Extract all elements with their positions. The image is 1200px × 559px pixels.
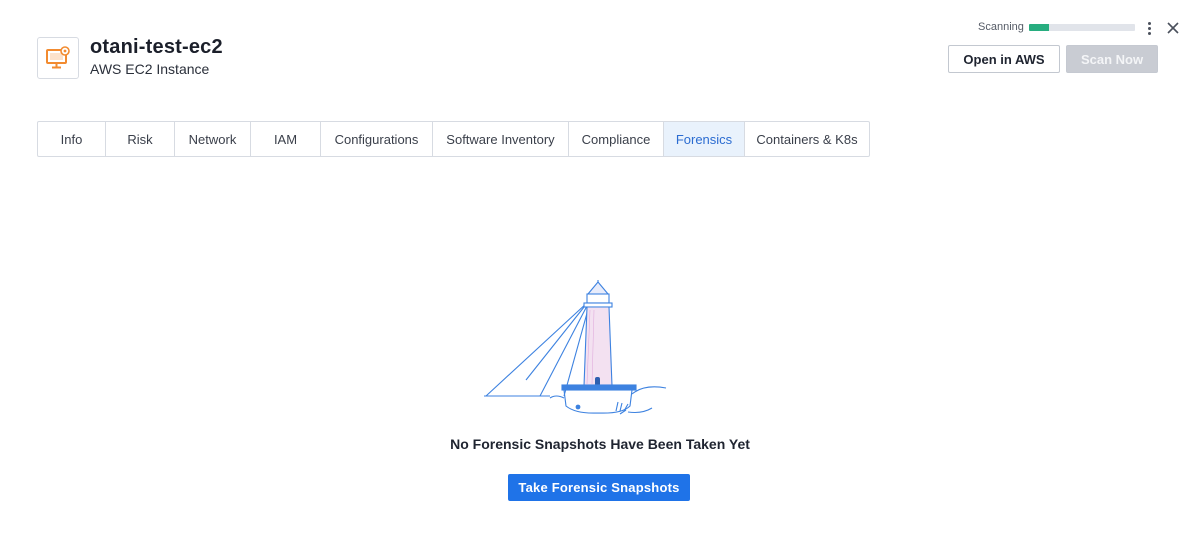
tab-containers-k8s[interactable]: Containers & K8s bbox=[745, 122, 869, 156]
tab-bar: Info Risk Network IAM Configurations Sof… bbox=[37, 121, 870, 157]
empty-state-message: No Forensic Snapshots Have Been Taken Ye… bbox=[450, 436, 750, 452]
tab-compliance[interactable]: Compliance bbox=[569, 122, 664, 156]
close-icon[interactable] bbox=[1164, 19, 1182, 37]
open-in-aws-button[interactable]: Open in AWS bbox=[948, 45, 1060, 73]
page-title: otani-test-ec2 bbox=[90, 36, 223, 58]
tab-risk[interactable]: Risk bbox=[106, 122, 175, 156]
resource-type: AWS EC2 Instance bbox=[90, 61, 210, 77]
ec2-instance-icon bbox=[37, 37, 79, 79]
tab-forensics[interactable]: Forensics bbox=[664, 122, 745, 156]
tab-configurations[interactable]: Configurations bbox=[321, 122, 433, 156]
scan-now-button[interactable]: Scan Now bbox=[1066, 45, 1158, 73]
tab-iam[interactable]: IAM bbox=[251, 122, 321, 156]
scan-status-label: Scanning bbox=[978, 21, 1024, 33]
more-options-icon[interactable] bbox=[1142, 18, 1156, 38]
tab-software-inventory[interactable]: Software Inventory bbox=[433, 122, 569, 156]
tab-info[interactable]: Info bbox=[38, 122, 106, 156]
take-forensic-snapshots-button[interactable]: Take Forensic Snapshots bbox=[508, 474, 690, 501]
scan-progress-bar bbox=[1028, 23, 1135, 31]
tab-network[interactable]: Network bbox=[175, 122, 251, 156]
scan-progress-fill bbox=[1028, 23, 1049, 31]
scan-status: Scanning bbox=[978, 21, 1135, 33]
lighthouse-illustration bbox=[480, 280, 680, 427]
